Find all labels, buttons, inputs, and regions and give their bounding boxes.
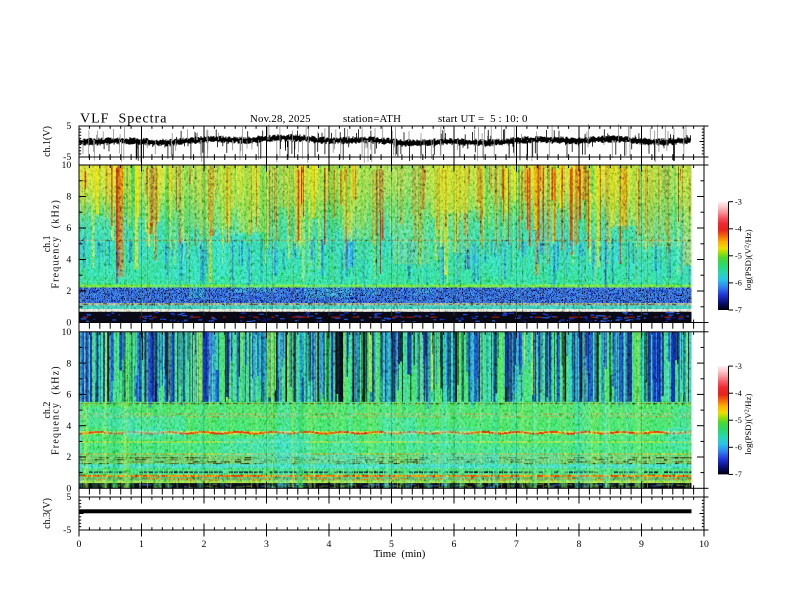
svg-text:8: 8 (577, 539, 582, 550)
svg-text:log(PSD)(V2/Hz): log(PSD)(V2/Hz) (743, 394, 753, 455)
svg-text:-3: -3 (735, 197, 742, 206)
svg-text:10: 10 (62, 160, 72, 171)
svg-text:-5: -5 (735, 252, 742, 261)
svg-text:-3: -3 (735, 362, 742, 371)
svg-text:log(PSD)(V2/Hz): log(PSD)(V2/Hz) (743, 229, 753, 290)
svg-text:4: 4 (66, 255, 71, 266)
svg-text:ch.3(V): ch.3(V) (42, 498, 53, 529)
svg-text:5: 5 (66, 492, 71, 503)
svg-text:-6: -6 (735, 279, 742, 288)
svg-text:-7: -7 (735, 470, 742, 479)
svg-text:Time (min): Time (min) (374, 548, 426, 560)
svg-text:4: 4 (327, 539, 332, 550)
svg-text:8: 8 (66, 358, 71, 369)
svg-text:5: 5 (66, 121, 71, 132)
svg-text:10: 10 (62, 327, 72, 338)
svg-text:6: 6 (66, 390, 71, 401)
svg-text:Frequency (kHz): Frequency (kHz) (50, 199, 61, 289)
svg-text:6: 6 (452, 539, 457, 550)
svg-text:6: 6 (66, 223, 71, 234)
svg-text:-5: -5 (735, 416, 742, 425)
svg-text:9: 9 (639, 539, 644, 550)
svg-text:4: 4 (66, 421, 71, 432)
svg-text:Nov.28, 2025: Nov.28, 2025 (250, 113, 311, 125)
svg-text:0: 0 (77, 539, 82, 550)
svg-text:station=ATH: station=ATH (343, 113, 401, 125)
svg-text:start UT = 5 : 10: 0: start UT = 5 : 10: 0 (438, 113, 528, 125)
svg-text:7: 7 (514, 539, 519, 550)
svg-text:Frequency (kHz): Frequency (kHz) (50, 365, 61, 455)
svg-text:10: 10 (699, 539, 709, 550)
svg-text:1: 1 (139, 539, 144, 550)
svg-text:VLF Spectra: VLF Spectra (80, 112, 167, 127)
svg-text:8: 8 (66, 192, 71, 203)
svg-text:-5: -5 (63, 525, 71, 536)
svg-text:3: 3 (264, 539, 269, 550)
svg-text:ch.1(V): ch.1(V) (42, 126, 53, 157)
svg-text:2: 2 (66, 286, 71, 297)
svg-text:-4: -4 (735, 389, 742, 398)
svg-text:-4: -4 (735, 225, 742, 234)
svg-text:2: 2 (66, 452, 71, 463)
svg-text:-7: -7 (735, 306, 742, 315)
svg-text:-6: -6 (735, 443, 742, 452)
svg-text:2: 2 (202, 539, 207, 550)
